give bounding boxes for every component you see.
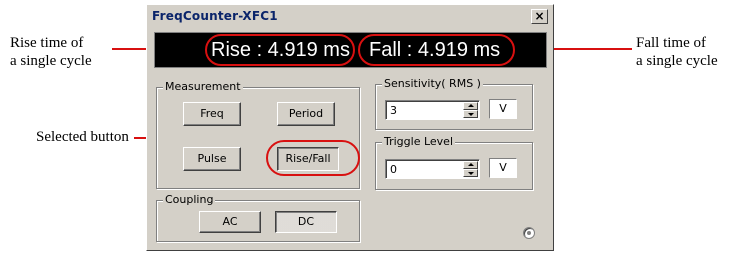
dc-button[interactable]: DC bbox=[275, 211, 337, 233]
title-bar[interactable]: FreqCounter-XFC1 × bbox=[149, 7, 551, 26]
coupling-group-label: Coupling bbox=[163, 193, 216, 207]
trigger-level-input[interactable]: 0 bbox=[385, 159, 480, 179]
sensitivity-down-arrow-icon[interactable] bbox=[463, 110, 478, 118]
selected-button-annotation: Selected button bbox=[36, 129, 129, 145]
fall-annotation-line2: a single cycle bbox=[636, 53, 718, 69]
pulse-button[interactable]: Pulse bbox=[183, 147, 241, 171]
sensitivity-unit: V bbox=[489, 99, 517, 119]
rise-annotation-line1: Rise time of bbox=[10, 35, 84, 51]
window-title: FreqCounter-XFC1 bbox=[152, 9, 278, 23]
fall-highlight-oval bbox=[358, 34, 515, 66]
sensitivity-value: 3 bbox=[390, 104, 397, 117]
fall-time-annotation: Fall time of a single cycle bbox=[636, 34, 718, 70]
trigger-up-arrow-icon[interactable] bbox=[463, 161, 478, 169]
selected-button-highlight-oval bbox=[266, 140, 360, 176]
sensitivity-input[interactable]: 3 bbox=[385, 100, 480, 120]
ac-button[interactable]: AC bbox=[199, 211, 261, 233]
resize-grip-icon[interactable] bbox=[523, 227, 535, 239]
close-button[interactable]: × bbox=[531, 9, 548, 24]
trigger-level-unit: V bbox=[489, 158, 517, 178]
trigger-level-group-label: Triggle Level bbox=[382, 135, 456, 149]
rise-time-annotation: Rise time of a single cycle bbox=[10, 34, 92, 70]
period-button[interactable]: Period bbox=[277, 102, 335, 126]
trigger-level-spinner[interactable] bbox=[463, 161, 478, 177]
freq-button[interactable]: Freq bbox=[183, 102, 241, 126]
trigger-level-value: 0 bbox=[390, 163, 397, 176]
sensitivity-up-arrow-icon[interactable] bbox=[463, 102, 478, 110]
sensitivity-group-label: Sensitivity( RMS ) bbox=[382, 77, 483, 91]
rise-highlight-oval bbox=[205, 34, 355, 66]
measurement-group-label: Measurement bbox=[163, 80, 243, 94]
fall-annotation-line1: Fall time of bbox=[636, 35, 706, 51]
trigger-down-arrow-icon[interactable] bbox=[463, 169, 478, 177]
sensitivity-spinner[interactable] bbox=[463, 102, 478, 118]
rise-annotation-line2: a single cycle bbox=[10, 53, 92, 69]
